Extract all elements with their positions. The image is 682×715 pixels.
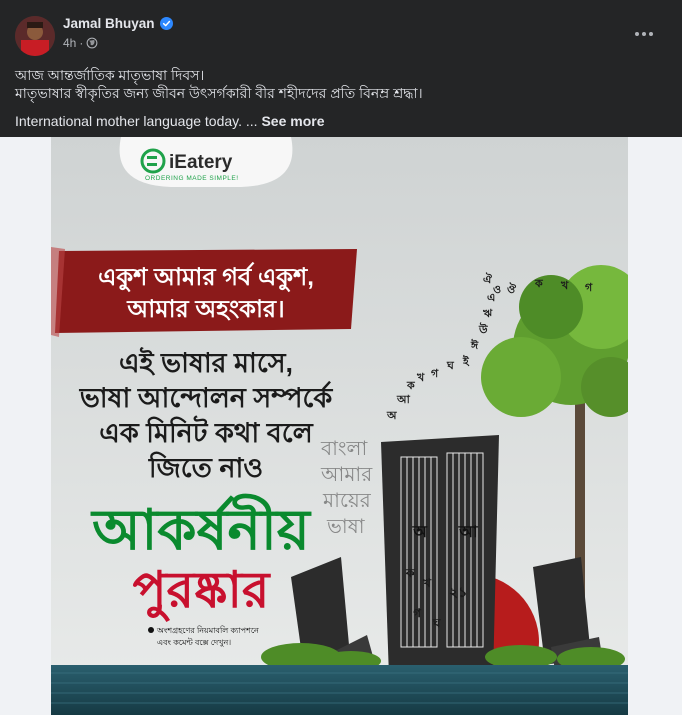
prize-line-2: পুরষ্কার xyxy=(133,562,271,622)
svg-text:গ: গ xyxy=(585,282,593,294)
caption-english: International mother language today. ...… xyxy=(15,112,665,130)
svg-text:২১: ২১ xyxy=(449,584,467,600)
more-options-icon[interactable] xyxy=(626,20,662,48)
globe-icon xyxy=(86,37,98,49)
question-line-4: জিতে নাও xyxy=(148,451,263,483)
poster-word-1: বাংলা xyxy=(320,438,368,460)
svg-text:অ: অ xyxy=(386,410,397,422)
see-more-link[interactable]: See more xyxy=(261,113,324,129)
caption-line-2: মাতৃভাষার স্বীকৃতির জন্য জীবন উৎসর্গকারী… xyxy=(15,85,423,101)
svg-text:ঔ: ঔ xyxy=(507,282,517,296)
svg-text:ক: ক xyxy=(405,566,415,580)
author-avatar[interactable] xyxy=(15,16,55,56)
author-name[interactable]: Jamal Bhuyan xyxy=(63,16,155,31)
svg-text:খ: খ xyxy=(416,372,425,384)
caption-english-text: International mother language today. ... xyxy=(15,113,258,129)
post-image[interactable]: iEatery ORDERING MADE SIMPLE! একুশ আমার … xyxy=(51,137,628,715)
question-line-3: এক মিনিট কথা বলে xyxy=(99,415,313,448)
svg-text:ঈ: ঈ xyxy=(470,338,479,352)
poster-word-2: আমার xyxy=(320,464,373,486)
svg-text:গ: গ xyxy=(413,606,422,620)
post-header: Jamal Bhuyan 4h · xyxy=(0,0,682,62)
question-line-2: ভাষা আন্দোলন সম্পর্কে xyxy=(79,381,334,413)
rules-line-1: অংশগ্রহণের নিয়মাবলি ক্যাপশনে xyxy=(156,626,259,635)
svg-text:আ: আ xyxy=(396,394,411,406)
post-media-container: iEatery ORDERING MADE SIMPLE! একুশ আমার … xyxy=(0,137,682,715)
poster-word-3: মায়ের xyxy=(322,490,372,512)
svg-text:খ: খ xyxy=(560,280,569,292)
meta-separator: · xyxy=(79,36,84,50)
svg-text:ঘ: ঘ xyxy=(432,616,441,630)
question-line-1: এই ভাষার মাসে, xyxy=(119,346,293,378)
svg-text:আ: আ xyxy=(458,524,479,541)
brand-name: iEatery xyxy=(169,152,233,173)
svg-text:ঋ: ঋ xyxy=(482,308,493,320)
svg-text:অ: অ xyxy=(412,524,428,541)
svg-text:খ: খ xyxy=(422,576,432,590)
brand-tagline: ORDERING MADE SIMPLE! xyxy=(145,175,239,182)
post-time[interactable]: 4h xyxy=(63,36,76,50)
svg-text:উ: উ xyxy=(478,322,488,336)
rules-line-2: এবং কমেন্ট বক্সে দেখুন। xyxy=(157,638,231,647)
svg-text:ও: ও xyxy=(493,284,501,296)
svg-text:ক: ক xyxy=(534,278,544,290)
svg-text:ক: ক xyxy=(406,380,416,392)
post-caption: আজ আন্তর্জাতিক মাতৃভাষা দিবস। মাতৃভাষার … xyxy=(15,66,665,130)
prize-line-1: আকর্ষনীয় xyxy=(90,494,312,561)
verified-badge-icon xyxy=(159,17,173,30)
svg-text:ঐ: ঐ xyxy=(483,272,492,286)
svg-text:ঘ: ঘ xyxy=(446,360,455,372)
poster-word-4: ভাষা xyxy=(326,516,366,538)
rules-bullet-icon xyxy=(148,627,154,633)
banner-line-2: আমার অহংকার। xyxy=(126,296,284,323)
caption-line-1: আজ আন্তর্জাতিক মাতৃভাষা দিবস। xyxy=(15,67,205,83)
banner-line-1: একুশ আমার গর্ব একুশ, xyxy=(98,261,314,292)
svg-text:গ: গ xyxy=(431,368,439,380)
